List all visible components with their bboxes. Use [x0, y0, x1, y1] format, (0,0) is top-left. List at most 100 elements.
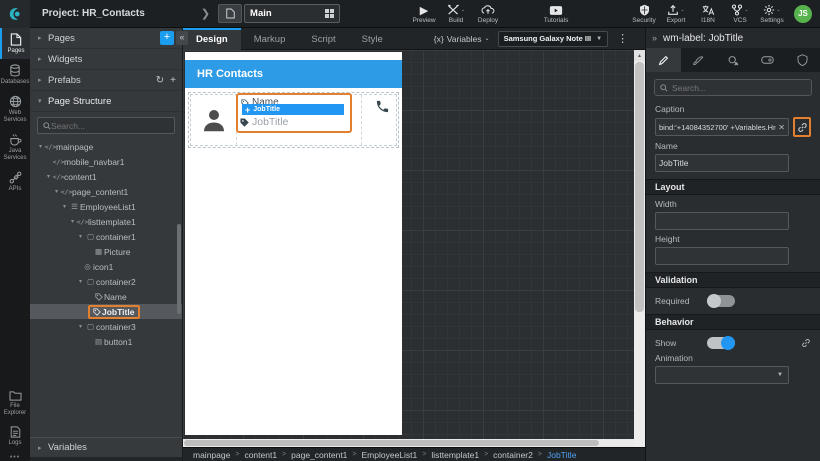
tab-devices[interactable]	[750, 48, 785, 72]
breadcrumb-jobtitle[interactable]: JobTitle	[547, 450, 576, 460]
rail-item-java-services[interactable]: Java Services	[0, 128, 30, 166]
tree-item-container1[interactable]: ▾ ▢ container1	[30, 229, 182, 244]
tree-item-mobile-navbar1[interactable]: </> mobile_navbar1	[30, 154, 182, 169]
caption-input[interactable]: ✕	[655, 118, 789, 136]
name-input[interactable]	[655, 154, 789, 172]
canvas-vertical-scrollbar[interactable]: ▲	[634, 50, 645, 447]
section-pages[interactable]: ▸ Pages + «	[30, 28, 188, 49]
bind-caption-button[interactable]	[793, 117, 811, 137]
bind-show-button[interactable]	[801, 338, 811, 348]
tree-item-name[interactable]: Name	[30, 289, 182, 304]
collapse-panel-icon[interactable]: »	[652, 33, 657, 43]
structure-search[interactable]	[37, 117, 175, 134]
tree-item-content1[interactable]: ▾ </> content1	[30, 169, 182, 184]
scroll-up-icon[interactable]: ▲	[634, 50, 645, 61]
animation-select[interactable]: ▼	[655, 366, 789, 384]
list-item-card[interactable]: Name + JobTitle JobTitle	[190, 93, 397, 146]
design-canvas[interactable]: HR Contacts Name + JobTitle JobTitle ▲	[183, 50, 645, 447]
hscroll-thumb[interactable]	[184, 440, 599, 446]
grid-icon[interactable]	[325, 9, 335, 18]
chevron-down-icon[interactable]: ▾	[76, 323, 85, 330]
build-tools-icon: ⌄	[447, 4, 465, 17]
page-file-button[interactable]	[218, 4, 243, 23]
rail-item-web-services[interactable]: Web Services	[0, 90, 30, 128]
tab-style[interactable]: Style	[349, 28, 396, 50]
rail-item-file-explorer[interactable]: File Explorer	[0, 385, 30, 421]
width-input[interactable]	[655, 212, 789, 230]
tutorials-button[interactable]: Tutorials	[540, 0, 572, 28]
variables-dropdown[interactable]: {x} Variables ⌄	[434, 34, 490, 44]
chevron-down-icon[interactable]: ▾	[60, 203, 69, 210]
show-toggle[interactable]	[707, 336, 735, 350]
breadcrumb-page-content1[interactable]: page_content1	[291, 450, 347, 460]
tree-item-mainpage[interactable]: ▾ </> mainpage	[30, 139, 182, 154]
section-variables[interactable]: ▸ Variables	[30, 437, 182, 457]
build-button[interactable]: ⌄ Build	[440, 0, 472, 28]
markup-icon: </>	[76, 217, 89, 226]
add-page-button[interactable]: +	[160, 31, 174, 45]
section-prefabs[interactable]: ▸ Prefabs ↻ +	[30, 70, 182, 91]
breadcrumb-listtemplate1[interactable]: listtemplate1	[431, 450, 479, 460]
tree-scrollbar[interactable]	[177, 224, 181, 314]
tab-design[interactable]: Design	[183, 27, 241, 50]
vscroll-thumb[interactable]	[635, 62, 644, 312]
phone-button-cell[interactable]	[362, 95, 396, 145]
tree-item-employeelist1[interactable]: ▾ ☰ EmployeeList1	[30, 199, 182, 214]
tab-script[interactable]: Script	[298, 28, 348, 50]
tree-item-icon1[interactable]: ◎ icon1	[30, 259, 182, 274]
rail-item-logs[interactable]: Logs	[0, 421, 30, 451]
open-page-tab-main[interactable]: Main	[244, 4, 341, 23]
breadcrumb-content1[interactable]: content1	[244, 450, 277, 460]
refresh-icon[interactable]: ↻	[156, 75, 164, 86]
section-widgets[interactable]: ▸ Widgets	[30, 49, 182, 70]
tab-markup[interactable]: Markup	[241, 28, 299, 50]
rail-item-apis[interactable]: APIs	[0, 166, 30, 197]
required-toggle[interactable]	[707, 294, 735, 308]
phone-preview[interactable]: HR Contacts Name + JobTitle JobTitle	[185, 52, 402, 435]
tree-item-container2[interactable]: ▾ ▢ container2	[30, 274, 182, 289]
height-input[interactable]	[655, 247, 789, 265]
deploy-button[interactable]: Deploy	[472, 0, 504, 28]
section-page-structure[interactable]: ▾ Page Structure	[30, 91, 182, 112]
tab-styles[interactable]	[681, 48, 716, 72]
breadcrumb-container2[interactable]: container2	[493, 450, 533, 460]
collapse-panel-button[interactable]: «	[176, 31, 188, 45]
tree-item-button1[interactable]: ▤ button1	[30, 334, 182, 349]
chevron-down-icon[interactable]: ▾	[76, 233, 85, 240]
tree-item-jobtitle[interactable]: JobTitle	[30, 304, 182, 319]
settings-button[interactable]: ⌄ Settings	[756, 0, 788, 28]
rail-item-pages[interactable]: Pages	[0, 28, 30, 59]
wavemaker-logo[interactable]	[0, 0, 30, 28]
employee-list-selection[interactable]: Name + JobTitle JobTitle	[188, 92, 399, 148]
tree-item-page-content1[interactable]: ▾ </> page_content1	[30, 184, 182, 199]
tab-events[interactable]	[716, 48, 751, 72]
properties-search[interactable]	[654, 79, 812, 96]
tree-item-container3[interactable]: ▾ ▢ container3	[30, 319, 182, 334]
rail-item-databases[interactable]: Databases	[0, 59, 30, 90]
breadcrumb-mainpage[interactable]: mainpage	[193, 450, 230, 460]
chevron-down-icon[interactable]: ▾	[76, 278, 85, 285]
vcs-button[interactable]: ⌄ VCS	[724, 0, 756, 28]
tab-properties[interactable]	[646, 48, 681, 72]
properties-search-input[interactable]	[672, 82, 792, 93]
phone-app-header[interactable]: HR Contacts	[185, 60, 402, 88]
breadcrumb-employeelist1[interactable]: EmployeeList1	[362, 450, 418, 460]
kebab-menu-icon[interactable]: ⋮	[617, 32, 628, 45]
user-avatar[interactable]: JS	[794, 4, 812, 23]
structure-search-input[interactable]	[51, 120, 161, 131]
add-prefab-button[interactable]: +	[170, 75, 176, 86]
picture-cell[interactable]	[191, 95, 237, 145]
canvas-horizontal-scrollbar[interactable]	[183, 439, 634, 447]
clear-caption-icon[interactable]: ✕	[778, 123, 785, 132]
device-select[interactable]: Samsung Galaxy Note III ▼	[497, 30, 609, 47]
pencil-icon	[658, 55, 669, 65]
tree-item-listtemplate1[interactable]: ▾ </> listtemplate1	[30, 214, 182, 229]
more-icon[interactable]: •••	[0, 454, 30, 461]
export-button[interactable]: ⌄ Export	[660, 0, 692, 28]
tab-security[interactable]	[785, 48, 820, 72]
tree-item-picture[interactable]: ▦ Picture	[30, 244, 182, 259]
labels-cell[interactable]: Name + JobTitle JobTitle	[236, 93, 362, 145]
i18n-button[interactable]: I18N	[692, 0, 724, 28]
preview-button[interactable]: ▶ Preview	[408, 0, 440, 28]
security-button[interactable]: Security	[628, 0, 660, 28]
